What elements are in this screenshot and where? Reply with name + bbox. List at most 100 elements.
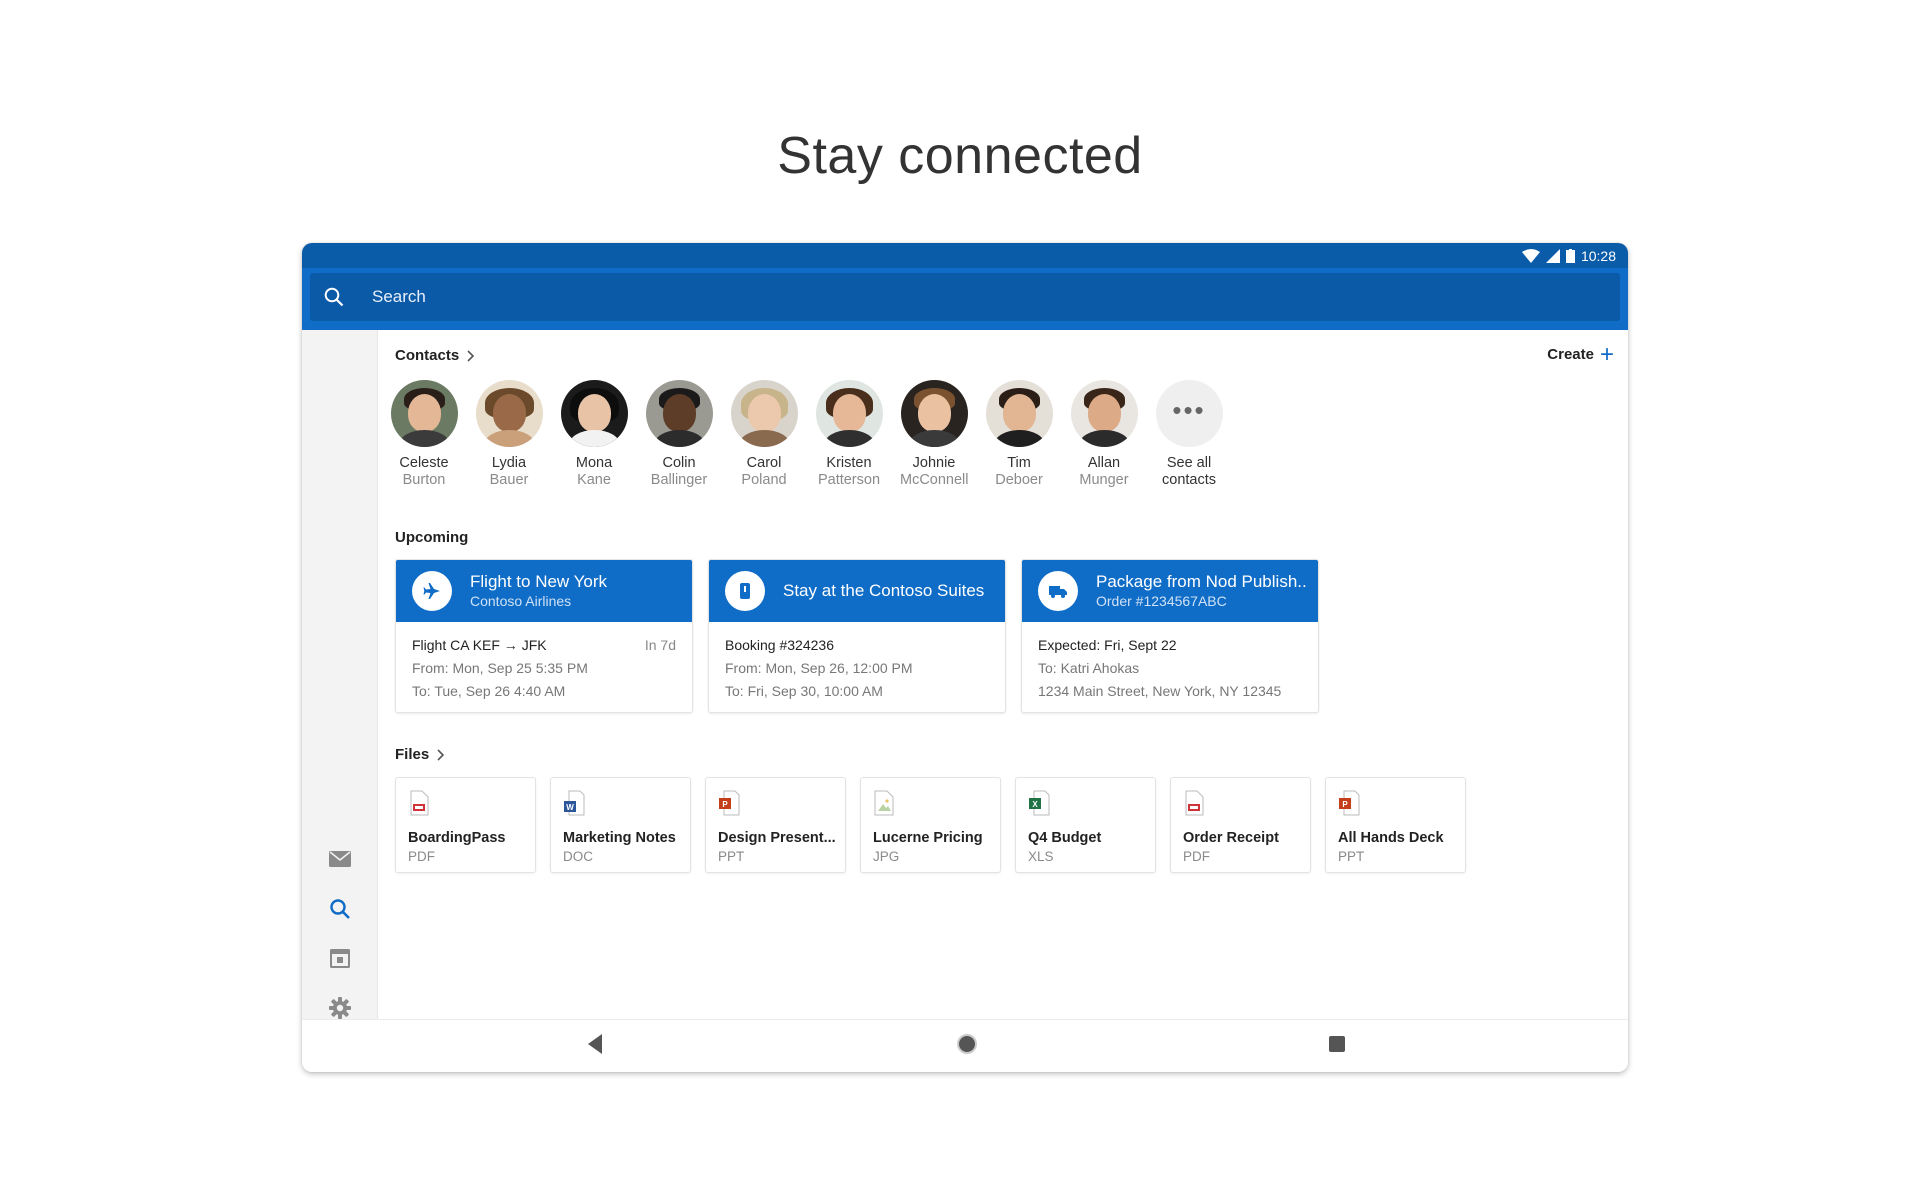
calendar-icon[interactable] xyxy=(327,945,353,971)
svg-text:W: W xyxy=(566,803,574,812)
contact-item[interactable]: Lydia Bauer xyxy=(475,380,543,489)
file-type: DOC xyxy=(563,849,593,864)
search-nav-icon[interactable] xyxy=(327,896,353,922)
settings-gear-icon[interactable] xyxy=(327,995,353,1021)
card-line3: To: Tue, Sep 26 4:40 AM xyxy=(412,683,566,699)
avatar xyxy=(815,380,883,447)
contact-item[interactable]: Carol Poland xyxy=(730,380,798,489)
contacts-header[interactable]: Contacts xyxy=(395,347,475,364)
contact-item[interactable]: Johnie McConnell xyxy=(900,380,969,489)
create-label: Create xyxy=(1547,346,1594,363)
upcoming-header: Upcoming xyxy=(395,529,468,546)
recents-icon[interactable] xyxy=(1328,1035,1346,1058)
card-subtitle: Order #1234567ABC xyxy=(1096,593,1227,609)
back-icon[interactable] xyxy=(586,1033,604,1060)
card-title: Package from Nod Publish.. xyxy=(1096,572,1307,591)
avatar xyxy=(390,380,458,447)
card-line1: Flight CA KEF → JFK xyxy=(412,637,547,653)
file-tile[interactable]: P Design Present... PPT xyxy=(705,777,846,873)
card-line3: To: Fri, Sep 30, 10:00 AM xyxy=(725,683,883,699)
clock: 10:28 xyxy=(1580,247,1616,264)
excel-file-icon: X xyxy=(1029,790,1050,816)
mail-icon[interactable] xyxy=(327,846,353,872)
search-bar[interactable] xyxy=(310,273,1620,321)
svg-text:P: P xyxy=(1342,800,1348,809)
contact-first-name: Carol xyxy=(746,455,782,471)
contacts-title: Contacts xyxy=(395,347,460,364)
card-details: Flight CA KEF → JFK In 7d From: Mon, Sep… xyxy=(396,622,692,712)
file-tile[interactable]: X Q4 Budget XLS xyxy=(1015,777,1156,873)
tablet-frame: 10:28 Contacts xyxy=(302,243,1628,1072)
chevron-right-icon xyxy=(437,748,445,761)
contact-last-name: Deboer xyxy=(995,472,1043,488)
file-tile[interactable]: Order Receipt PDF xyxy=(1170,777,1311,873)
card-title: Stay at the Contoso Suites xyxy=(783,581,985,600)
file-name: Marketing Notes xyxy=(563,830,676,846)
main-panel: Contacts Create + Celeste Burton Lydia B… xyxy=(378,330,1628,1020)
contact-first-name: Colin xyxy=(662,455,696,471)
flight-card[interactable]: Flight to New York Contoso Airlines Flig… xyxy=(395,559,693,713)
file-tile[interactable]: BoardingPass PDF xyxy=(395,777,536,873)
file-name: BoardingPass xyxy=(408,830,506,846)
avatar xyxy=(645,380,713,447)
home-icon[interactable] xyxy=(956,1033,978,1060)
card-details: Booking #324236 From: Mon, Sep 26, 12:00… xyxy=(709,622,1005,712)
contact-last-name: Ballinger xyxy=(650,472,708,488)
card-line3: 1234 Main Street, New York, NY 12345 xyxy=(1038,683,1282,699)
avatar xyxy=(900,380,968,447)
contact-last-name: Kane xyxy=(577,472,611,488)
avatar xyxy=(1070,380,1138,447)
image-file-icon xyxy=(874,790,894,816)
wifi-icon xyxy=(1521,248,1540,263)
contact-item[interactable]: Mona Kane xyxy=(560,380,628,489)
contact-item[interactable]: Celeste Burton xyxy=(390,380,458,489)
file-name: All Hands Deck xyxy=(1338,830,1444,846)
search-icon xyxy=(324,287,344,307)
card-subtitle: Contoso Airlines xyxy=(470,593,572,609)
file-type: PDF xyxy=(408,849,435,864)
pdf-file-icon xyxy=(410,790,429,816)
chevron-right-icon xyxy=(467,349,475,362)
card-title: Flight to New York xyxy=(470,572,608,591)
card-line2: From: Mon, Sep 25 5:35 PM xyxy=(412,660,588,676)
create-contact-button[interactable]: Create + xyxy=(1547,342,1614,366)
file-type: PPT xyxy=(1338,849,1365,864)
see-all-line2: contacts xyxy=(1162,472,1216,488)
contact-item[interactable]: Tim Deboer xyxy=(985,380,1053,489)
headline: Stay connected xyxy=(777,127,1143,185)
search-input[interactable] xyxy=(370,286,1474,308)
time-badge: In 7d xyxy=(644,637,676,653)
see-all-contacts-button[interactable]: ••• See all contacts xyxy=(1155,380,1223,489)
airplane-icon xyxy=(412,571,452,611)
file-type: XLS xyxy=(1028,849,1054,864)
app-bar xyxy=(302,268,1628,330)
hotel-card[interactable]: Stay at the Contoso Suites Booking #3242… xyxy=(708,559,1006,713)
contact-first-name: Kristen xyxy=(826,455,872,471)
card-header: Package from Nod Publish.. Order #123456… xyxy=(1022,560,1318,622)
file-tile[interactable]: Lucerne Pricing JPG xyxy=(860,777,1001,873)
contact-item[interactable]: Colin Ballinger xyxy=(645,380,713,489)
card-header: Stay at the Contoso Suites xyxy=(709,560,1005,622)
files-title: Files xyxy=(395,746,430,763)
files-row: BoardingPass PDF W Marketing Notes DOC P… xyxy=(395,777,1466,873)
battery-icon xyxy=(1565,248,1575,263)
card-header: Flight to New York Contoso Airlines xyxy=(396,560,692,622)
files-header[interactable]: Files xyxy=(395,746,445,763)
powerpoint-file-icon: P xyxy=(1339,790,1360,816)
file-tile[interactable]: W Marketing Notes DOC xyxy=(550,777,691,873)
contact-last-name: Burton xyxy=(402,472,446,488)
file-name: Order Receipt xyxy=(1183,830,1279,846)
contact-last-name: Patterson xyxy=(817,472,881,488)
upcoming-cards: Flight to New York Contoso Airlines Flig… xyxy=(395,559,1319,713)
package-card[interactable]: Package from Nod Publish.. Order #123456… xyxy=(1021,559,1319,713)
content-area: Contacts Create + Celeste Burton Lydia B… xyxy=(302,330,1628,1020)
file-tile[interactable]: P All Hands Deck PPT xyxy=(1325,777,1466,873)
avatar xyxy=(560,380,628,447)
avatar xyxy=(475,380,543,447)
contact-item[interactable]: Allan Munger xyxy=(1070,380,1138,489)
contact-item[interactable]: Kristen Patterson xyxy=(815,380,883,489)
file-name: Lucerne Pricing xyxy=(873,830,983,846)
contacts-row: Celeste Burton Lydia Bauer Mona Kane Col… xyxy=(390,380,1223,489)
card-line2: To: Katri Ahokas xyxy=(1038,660,1140,676)
contact-last-name: Munger xyxy=(1079,472,1129,488)
